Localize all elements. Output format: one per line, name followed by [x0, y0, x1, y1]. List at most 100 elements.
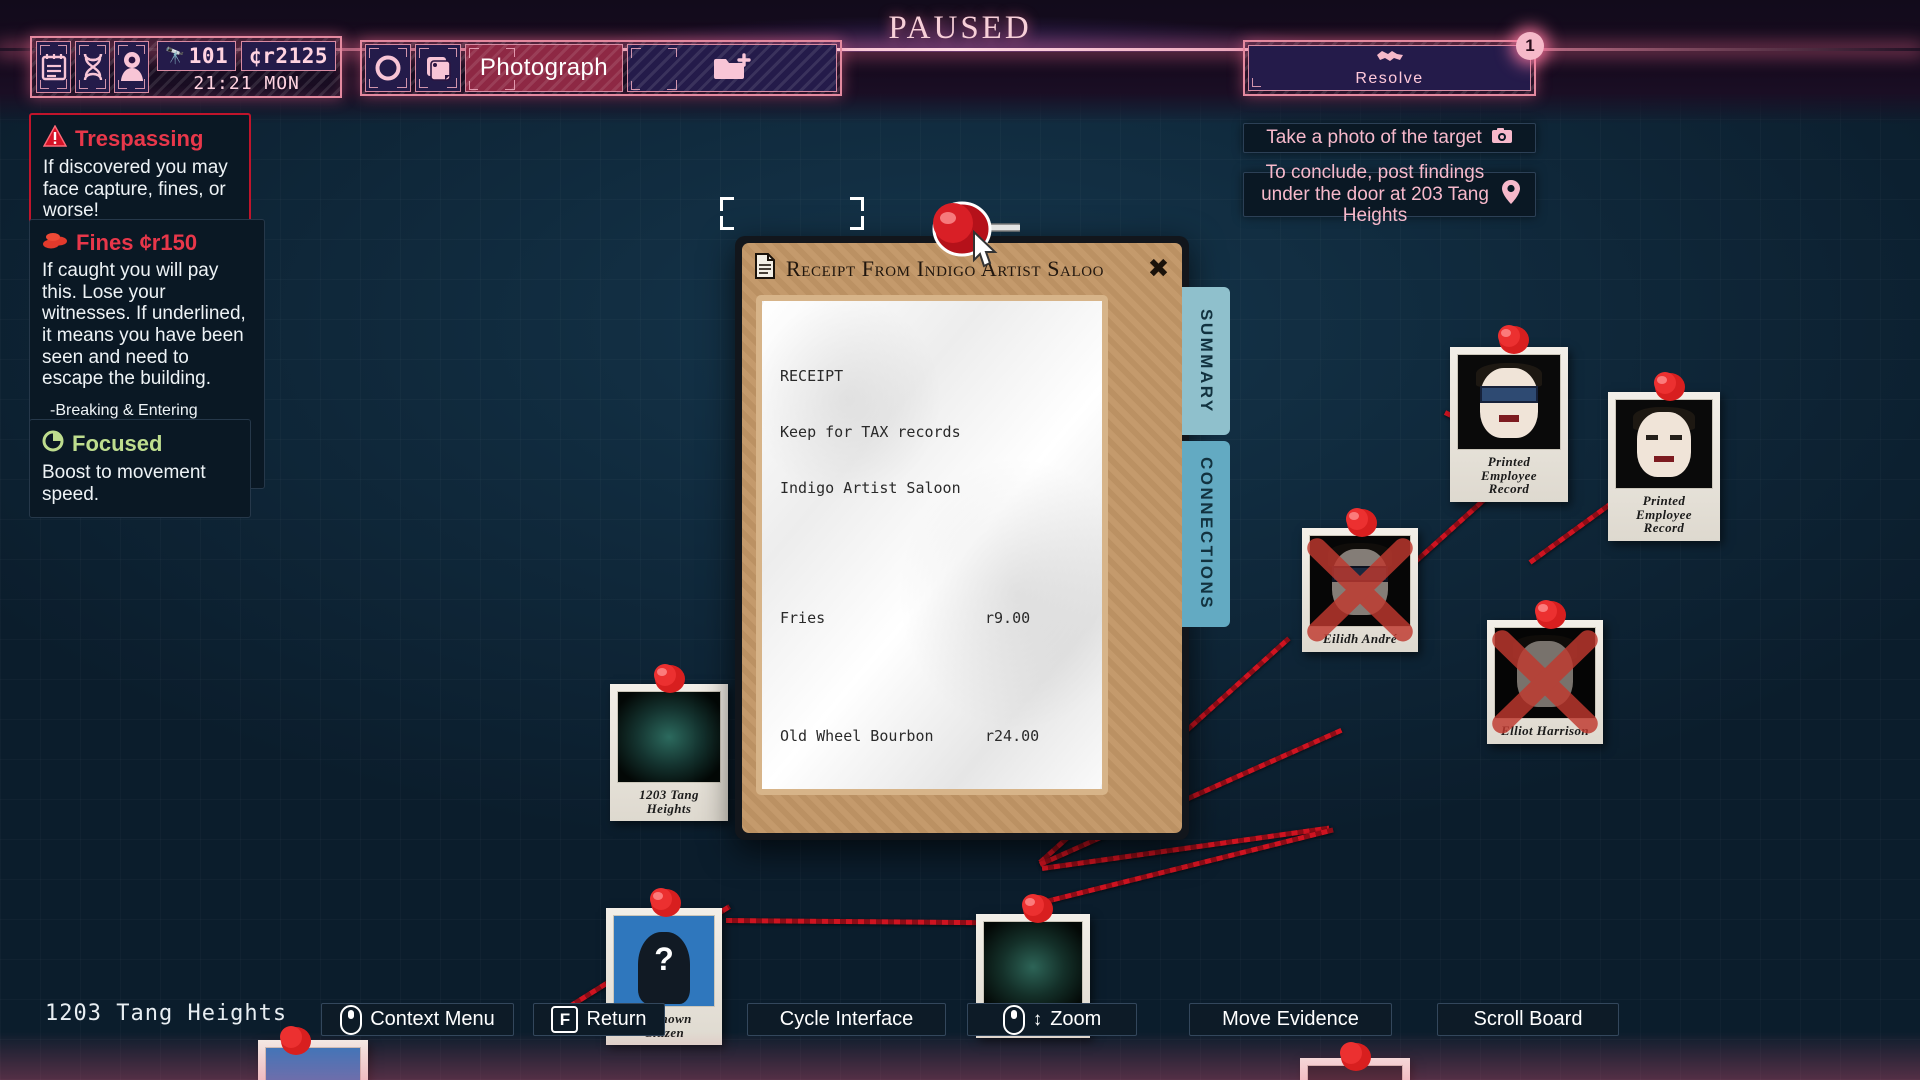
new-case-button[interactable]	[626, 44, 837, 92]
ring-button[interactable]	[365, 44, 412, 92]
panel-trespassing: Trespassing If discovered you may face c…	[29, 113, 251, 236]
evidence-card-tang-heights-1203[interactable]: 1203 Tang Heights	[610, 664, 728, 822]
close-icon[interactable]: ✖	[1148, 254, 1170, 284]
mouse-icon	[340, 1004, 363, 1035]
panel-title-row: Trespassing	[42, 124, 237, 153]
objective-take-photo: Take a photo of the target	[1243, 123, 1536, 153]
receipt-item-name: Old Wheel Bourbon	[780, 726, 934, 745]
evidence-caption: Printed Employee Record	[1636, 493, 1692, 536]
selection-bracket	[720, 216, 734, 230]
key-f-icon: F	[551, 1006, 579, 1033]
control-scroll-board[interactable]: Scroll Board	[1437, 1003, 1619, 1036]
hud-action-cluster: Photograph	[360, 40, 842, 96]
resolve-label: Resolve	[1355, 70, 1424, 87]
notes-button[interactable]	[415, 44, 462, 92]
credits-value: ¢r2125	[249, 43, 328, 68]
warning-triangle-icon	[42, 124, 68, 153]
evidence-photo	[617, 691, 721, 783]
clock-display: 21:21 MON	[193, 72, 300, 94]
game-screen: 1203 Tang Heights Printed Employee Recor…	[0, 0, 1920, 1080]
panel-title-row: Focused	[42, 430, 238, 458]
mouse-scroll-icon	[1002, 1004, 1025, 1035]
evidence-card-elliot-harrison[interactable]: Elliot Harrison	[1487, 600, 1603, 744]
control-label: Scroll Board	[1473, 1008, 1583, 1030]
evidence-photo	[1457, 354, 1561, 450]
notes-icon	[427, 57, 452, 81]
notebook-button[interactable]	[36, 41, 72, 93]
evidence-photo	[1494, 627, 1596, 719]
panel-body: If discovered you may face capture, fine…	[43, 157, 228, 222]
tab-summary[interactable]: SUMMARY	[1182, 287, 1230, 435]
health-stat: 🔭 101	[157, 40, 237, 71]
board-string	[725, 918, 1017, 926]
receipt-item: Old Wheel Bourbon r24.00	[780, 727, 1084, 746]
control-label: Context Menu	[370, 1008, 495, 1030]
evidence-caption: Printed Employee Record	[1481, 454, 1537, 497]
document-window[interactable]: Receipt from Indigo Artist Saloo ✖ RECEI…	[720, 197, 1230, 840]
receipt-item-price: r24.00	[985, 726, 1040, 745]
evidence-photo: ?	[613, 915, 715, 1007]
panel-body: Boost to movement speed.	[42, 462, 206, 505]
control-cycle-interface[interactable]: Cycle Interface	[747, 1003, 946, 1036]
hud-status-cluster: 🔭 101 ¢r2125 21:21 MON	[30, 36, 342, 98]
notebook-icon	[41, 54, 66, 81]
resolve-badge: 1	[1516, 32, 1544, 60]
panel-title-row: Fines ¢r150	[42, 230, 252, 256]
receipt-header-line-1: RECEIPT	[780, 366, 844, 385]
evidence-photo	[1309, 535, 1411, 627]
dna-icon	[83, 53, 102, 81]
photograph-button[interactable]: Photograph	[465, 44, 623, 92]
selection-bracket	[720, 197, 734, 211]
focus-icon	[42, 430, 64, 458]
receipt-item-name: Fries	[780, 608, 826, 627]
selection-bracket	[850, 216, 864, 230]
map-pin-icon	[1501, 179, 1521, 211]
tab-connections[interactable]: CONNECTIONS	[1182, 441, 1230, 627]
control-context-menu[interactable]: Context Menu	[321, 1003, 514, 1036]
receipt-header-line-3: Indigo Artist Saloon	[780, 479, 961, 497]
panel-focused: Focused Boost to movement speed.	[29, 419, 251, 519]
resolve-panel[interactable]: Resolve 1	[1243, 32, 1544, 96]
control-label: Move Evidence	[1222, 1008, 1359, 1030]
evidence-card-printed-employee-record-2[interactable]: Printed Employee Record	[1608, 372, 1720, 541]
evidence-card-printed-employee-record-1[interactable]: Printed Employee Record	[1450, 325, 1568, 502]
panel-title: Fines ¢r150	[76, 230, 198, 255]
control-label: Zoom	[1050, 1008, 1102, 1030]
evidence-card-eilidh-andre[interactable]: Eilidh André	[1302, 508, 1418, 652]
evidence-caption: Eilidh André	[1322, 631, 1398, 646]
map-pin-icon	[120, 52, 143, 81]
evidence-caption: Elliot Harrison	[1501, 723, 1589, 738]
control-label: Return	[586, 1008, 647, 1030]
receipt-item: Fries r9.00	[780, 609, 1084, 628]
document-header: Receipt from Indigo Artist Saloo ✖	[742, 243, 1182, 295]
document-tabs[interactable]: SUMMARY CONNECTIONS	[1182, 287, 1230, 627]
location-button[interactable]	[114, 41, 150, 93]
panel-body: If caught you will pay this. Lose your w…	[42, 260, 246, 390]
document-icon	[754, 253, 776, 285]
control-zoom[interactable]: ↕ Zoom	[967, 1003, 1137, 1036]
evidence-photo	[1615, 399, 1713, 489]
selection-bracket	[850, 197, 864, 211]
coins-icon	[42, 230, 68, 256]
current-location-label: 1203 Tang Heights	[45, 1001, 288, 1026]
control-return[interactable]: F Return	[533, 1003, 665, 1036]
receipt-item-price: r9.00	[985, 608, 1031, 627]
receipt-header-line-2: Keep for TAX records	[780, 422, 961, 441]
panel-title: Focused	[72, 431, 163, 456]
handshake-icon	[1376, 48, 1404, 69]
document-paper: RECEIPT Keep for TAX records Indigo Arti…	[756, 295, 1108, 795]
document-title: Receipt from Indigo Artist Saloo	[786, 256, 1105, 281]
receipt-content: RECEIPT Keep for TAX records Indigo Arti…	[762, 301, 1102, 789]
evidence-caption: 1203 Tang Heights	[639, 787, 699, 816]
camera-icon	[1491, 127, 1513, 150]
folder-plus-icon	[713, 53, 751, 79]
bottom-glow	[0, 1032, 1920, 1080]
credits-stat: ¢r2125	[241, 40, 336, 71]
control-label: Cycle Interface	[779, 1008, 914, 1030]
objective-text: Take a photo of the target	[1266, 127, 1482, 149]
objective-text: To conclude, post findings under the doo…	[1261, 161, 1489, 227]
panel-title: Trespassing	[75, 126, 204, 151]
dna-button[interactable]	[75, 41, 111, 93]
scroll-arrows-icon: ↕	[1032, 1008, 1043, 1030]
control-move-evidence[interactable]: Move Evidence	[1189, 1003, 1392, 1036]
